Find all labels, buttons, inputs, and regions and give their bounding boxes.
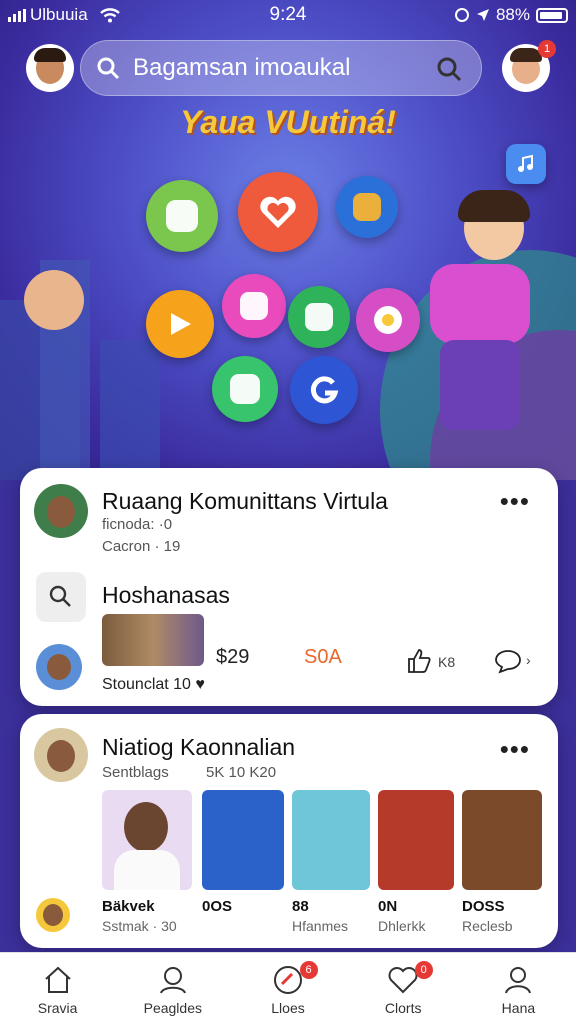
item-subcaption: Sstmak · 30 — [102, 918, 177, 934]
app-bubble-g[interactable] — [290, 356, 358, 424]
app-bubble-play[interactable] — [146, 290, 214, 358]
tab-badge: 0 — [414, 961, 433, 979]
item-subcaption: Dhlerkk — [378, 918, 426, 934]
location-icon — [476, 9, 489, 21]
home-icon — [44, 966, 71, 993]
search-bar[interactable]: Bagamsan imoaukal — [80, 40, 482, 96]
tab-profile[interactable]: Hana — [461, 953, 576, 1024]
group-photo-thumbnail[interactable] — [102, 614, 204, 666]
connection-avatar[interactable] — [34, 728, 88, 782]
item-caption: Bäkvek — [102, 898, 155, 915]
tab-label: Peagldes — [143, 1000, 202, 1016]
search-box-icon[interactable] — [36, 572, 86, 622]
item-caption: 88 — [292, 898, 309, 915]
search-icon — [97, 57, 120, 80]
member-avatar[interactable] — [36, 644, 82, 690]
app-bubble-shoe[interactable] — [288, 286, 350, 348]
app-bubble-green[interactable] — [146, 180, 218, 252]
community-meta-2: Cacron · 19 — [102, 538, 181, 555]
item-caption: DOSS — [462, 898, 505, 915]
tab-likes[interactable]: 6 Lloes — [230, 953, 345, 1024]
item-subcaption: Hfanmes — [292, 918, 349, 934]
battery-percent: 88% — [495, 5, 530, 24]
tab-label: Clorts — [384, 1000, 422, 1016]
like-count: K8 — [438, 654, 456, 670]
media-thumbnail[interactable] — [292, 790, 370, 890]
app-bubble-pink[interactable] — [222, 274, 286, 338]
more-options-icon[interactable]: ••• — [500, 486, 530, 517]
connection-subtitle-left: Sentblags — [102, 764, 169, 781]
member-avatar[interactable] — [36, 898, 70, 932]
item-subcaption: Reclesb — [462, 918, 513, 934]
item-caption: 0OS — [202, 898, 233, 915]
user-avatar[interactable] — [26, 44, 74, 92]
media-thumbnail[interactable] — [462, 790, 542, 890]
offer-tag: S0A — [304, 646, 342, 668]
bottom-tab-bar: Sravia Peagldes 6 Lloes 0 Clorts Hana — [0, 952, 576, 1024]
community-avatar[interactable] — [34, 484, 88, 538]
more-options-icon[interactable]: ••• — [500, 734, 530, 765]
community-title[interactable]: Ruaang Komunittans Virtula — [102, 488, 388, 515]
connection-subtitle-right: 5K 10 K20 — [206, 764, 277, 781]
notification-badge: 1 — [538, 40, 556, 58]
member-footer: Stounclat 10 ♥ — [102, 676, 205, 693]
media-thumbnail[interactable] — [378, 790, 454, 890]
people-icon — [159, 967, 186, 994]
chevron-right-icon: › — [526, 652, 531, 668]
profile-icon — [505, 967, 532, 994]
app-bubble-grid[interactable] — [212, 356, 278, 422]
connection-card[interactable]: Niatiog Kaonnalian Sentblags 5K 10 K20 •… — [20, 714, 558, 948]
hero-headline: Yaua VUutiná! — [180, 104, 396, 140]
comment-icon[interactable] — [494, 648, 522, 674]
tab-people[interactable]: Peagldes — [115, 953, 230, 1024]
tab-label: Lloes — [271, 1000, 305, 1016]
media-thumbnail[interactable] — [202, 790, 284, 890]
item-caption: 0N — [378, 898, 398, 915]
tab-label: Hana — [501, 1000, 536, 1016]
status-bar: Ulbuuia 9:24 88% — [0, 0, 576, 30]
app-bubble-flower[interactable] — [356, 288, 420, 352]
section-title: Hoshanasas — [102, 582, 230, 608]
like-icon[interactable] — [406, 648, 432, 674]
community-card[interactable]: Ruaang Komunittans Virtula ficnoda: ·0 C… — [20, 468, 558, 706]
tab-badge: 6 — [299, 961, 318, 979]
music-icon[interactable] — [506, 144, 546, 184]
app-bubble-heart[interactable] — [238, 172, 318, 252]
app-bubble-blue[interactable] — [336, 176, 398, 238]
rotation-lock-icon — [454, 8, 469, 22]
community-meta-1: ficnoda: ·0 — [102, 516, 173, 533]
character-illustration-left — [24, 270, 84, 330]
battery-icon — [536, 7, 568, 23]
tab-home[interactable]: Sravia — [0, 953, 115, 1024]
search-submit-icon[interactable] — [435, 55, 463, 83]
tab-chats[interactable]: 0 Clorts — [346, 953, 461, 1024]
tab-label: Sravia — [37, 1000, 78, 1016]
character-illustration — [420, 190, 540, 436]
connection-title[interactable]: Niatiog Kaonnalian — [102, 734, 295, 761]
search-input[interactable]: Bagamsan imoaukal — [133, 54, 350, 82]
price-tag: $29 — [216, 646, 250, 668]
media-thumbnail[interactable] — [102, 790, 192, 890]
